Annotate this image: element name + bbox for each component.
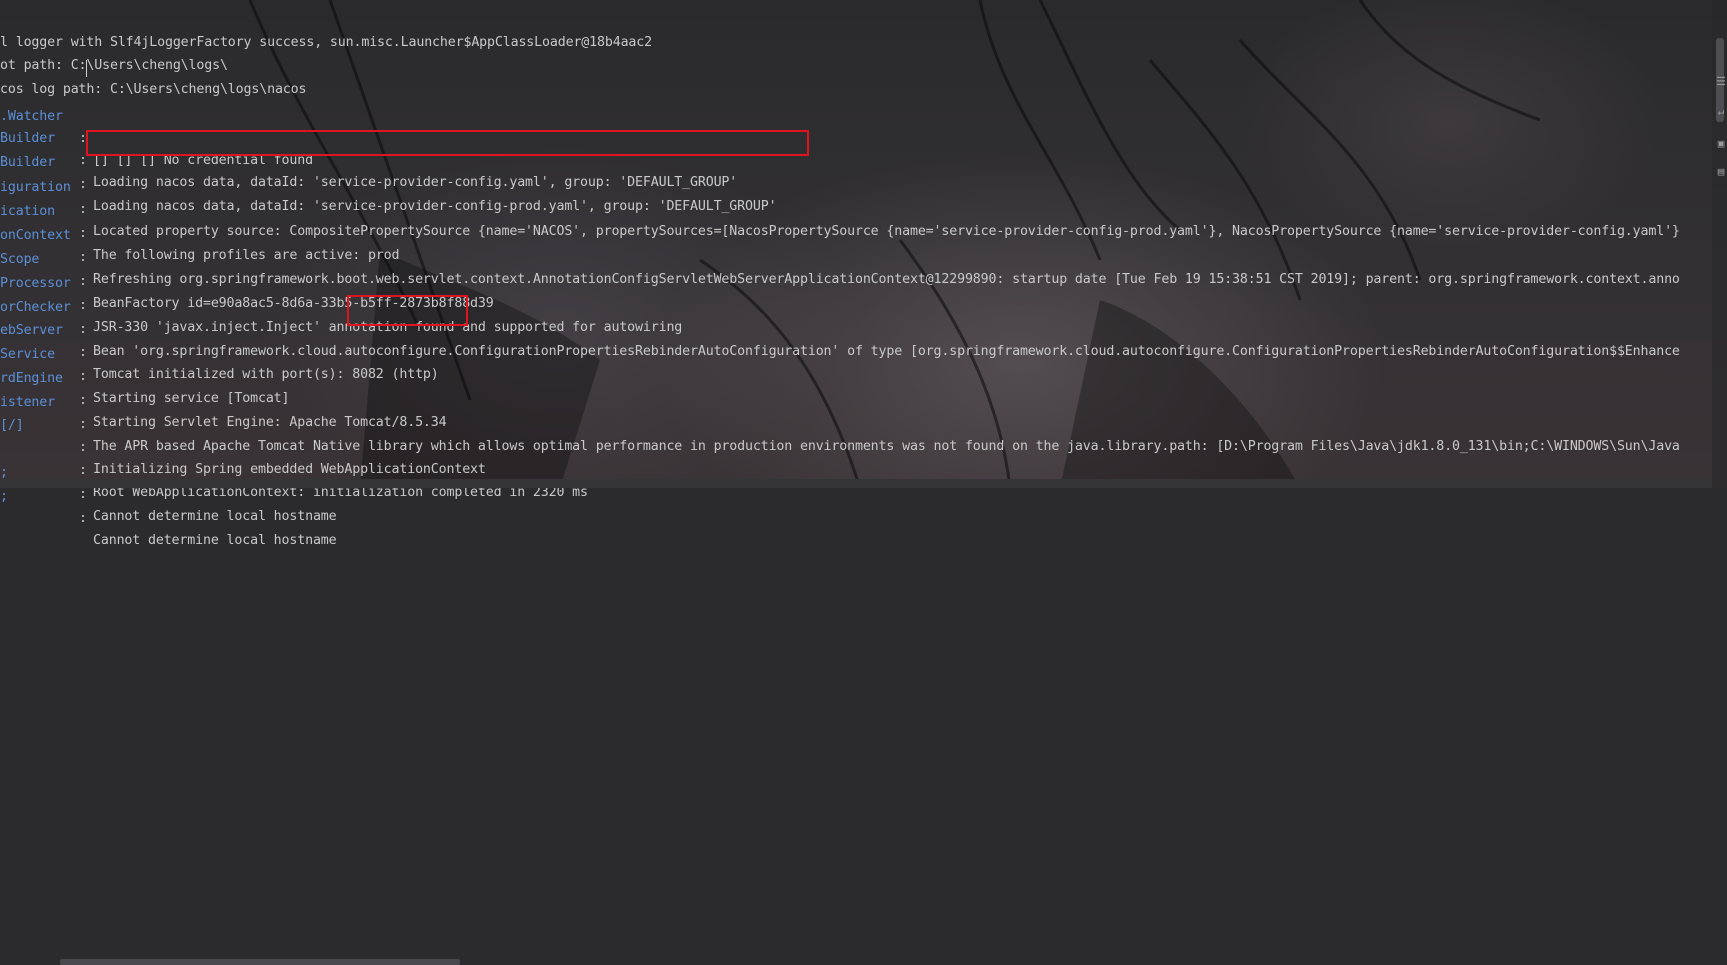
log-line: .Watcher : [] [] [] No credential found xyxy=(0,84,1712,168)
log-line: Service : Starting service [Tomcat] xyxy=(0,322,1712,406)
text-caret xyxy=(86,60,87,77)
log-message: Cannot determine local hostname xyxy=(93,533,337,548)
highlight-box-port xyxy=(347,295,468,326)
highlight-box-prod-config xyxy=(86,130,809,156)
wrap-icon[interactable]: ↵ xyxy=(1715,106,1727,118)
log-line: onContext : Refreshing org.springframewo… xyxy=(0,203,1712,287)
log-line: iguration : Located property source: Com… xyxy=(0,155,1712,239)
horizontal-scrollbar-thumb[interactable] xyxy=(60,959,460,965)
console-output[interactable]: l logger with Slf4jLoggerFactory success… xyxy=(0,0,1712,548)
trash-icon[interactable]: ▤ xyxy=(1715,166,1727,178)
log-line: Builder : Loading nacos data, dataId: 's… xyxy=(0,106,1712,190)
logger-name[interactable]: ; xyxy=(0,486,78,508)
horizontal-scrollbar[interactable] xyxy=(0,479,1712,965)
log-line: ebServer : Tomcat initialized with port(… xyxy=(0,298,1712,382)
log-line: rdEngine : Starting Servlet Engine: Apac… xyxy=(0,346,1712,430)
log-line: ; : Cannot determine local hostname xyxy=(0,440,1712,524)
log-line: [/] : Initializing Spring embedded WebAp… xyxy=(0,393,1712,477)
log-line: ication : The following profiles are act… xyxy=(0,179,1712,263)
print-icon[interactable]: ▣ xyxy=(1715,138,1727,150)
log-line: Scope : BeanFactory id=e90a8ac5-8d6a-33b… xyxy=(0,227,1712,311)
log-line: ot path: C:\Users\cheng\logs\ xyxy=(0,33,1712,73)
log-line: : Root WebApplicationContext: initializa… xyxy=(0,416,1712,500)
log-line: l logger with Slf4jLoggerFactory success… xyxy=(0,10,1712,50)
vertical-scrollbar[interactable] xyxy=(1712,0,1727,488)
log-message: Cannot determine local hostname xyxy=(93,509,337,524)
log-line: Processor : JSR-330 'javax.inject.Inject… xyxy=(0,251,1712,335)
menu-icon[interactable]: ☰ xyxy=(1715,76,1727,88)
log-line: cos log path: C:\Users\cheng\logs\nacos xyxy=(0,57,1712,97)
log-line: orChecker : Bean 'org.springframework.cl… xyxy=(0,275,1712,359)
log-line: istener : The APR based Apache Tomcat Na… xyxy=(0,370,1712,454)
log-separator: : xyxy=(79,511,87,526)
